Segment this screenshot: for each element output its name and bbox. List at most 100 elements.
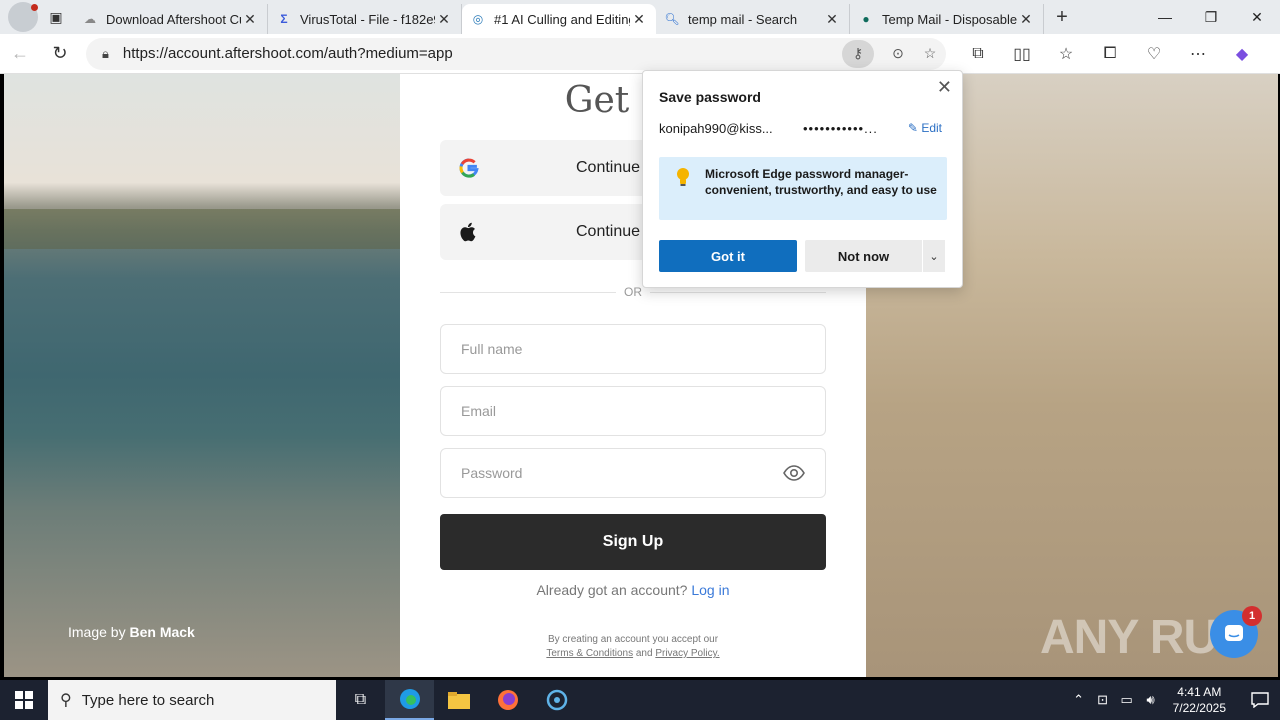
task-view-icon[interactable]: ⧉	[336, 680, 385, 720]
info-text: Microsoft Edge password manager- conveni…	[705, 167, 937, 197]
tab-virustotal[interactable]: Σ VirusTotal - File - f182e96 ✕	[268, 4, 462, 34]
got-it-button[interactable]: Got it	[659, 240, 797, 272]
background-shoreline	[4, 209, 404, 249]
browser-essentials-icon[interactable]: ♡	[1132, 44, 1176, 64]
credit-name[interactable]: Ben Mack	[129, 624, 194, 640]
copilot-icon[interactable]: ◆	[1220, 44, 1264, 64]
refresh-icon[interactable]: ↻	[40, 38, 80, 70]
tab-temp-mail[interactable]: ● Temp Mail - Disposable Temp ✕	[850, 4, 1044, 34]
extensions-icon[interactable]: ⧉	[956, 44, 1000, 64]
aftershoot-taskbar-icon[interactable]	[532, 680, 581, 720]
taskbar-search-placeholder: Type here to search	[81, 691, 215, 709]
password-field[interactable]: Password	[440, 448, 826, 498]
email-field[interactable]: Email	[440, 386, 826, 436]
tab-temp-mail-search[interactable]: 🔍︎ temp mail - Search ✕	[656, 4, 850, 34]
edit-label: Edit	[921, 121, 942, 135]
clock[interactable]: 4:41 AM 7/22/2025	[1173, 684, 1226, 716]
chevron-down-icon[interactable]: ⌄	[923, 240, 945, 272]
notification-icon[interactable]	[1240, 692, 1280, 708]
url-text: https://account.aftershoot.com/auth?medi…	[122, 45, 453, 62]
close-window-icon[interactable]: ✕	[1234, 0, 1280, 34]
tempmail-icon: ●	[862, 12, 870, 26]
password-manager-info: Microsoft Edge password manager- conveni…	[659, 157, 947, 220]
not-now-button[interactable]: Not now	[805, 240, 922, 272]
firefox-icon[interactable]	[483, 680, 532, 720]
tab-aftershoot[interactable]: ◎ #1 AI Culling and Editing ✕	[462, 4, 656, 34]
lock-icon[interactable]: 🔒︎	[102, 46, 109, 62]
not-now-label: Not now	[837, 248, 890, 264]
minimize-icon[interactable]: —	[1142, 0, 1188, 34]
tab-download-aftershoot[interactable]: ☁ Download Aftershoot Culling ✕	[74, 4, 268, 34]
close-tab-icon[interactable]: ✕	[630, 11, 648, 28]
chat-icon	[1225, 625, 1243, 641]
credit-prefix: Image by	[68, 624, 126, 640]
terms-line: By creating an account you accept our	[547, 634, 719, 645]
read-aloud-icon[interactable]: ⊙	[882, 40, 914, 68]
back-icon[interactable]: ←	[0, 38, 40, 70]
search-icon: ⚲	[60, 692, 72, 709]
page-icon: ☁	[84, 12, 96, 26]
favorites-icon[interactable]: ☆	[1044, 44, 1088, 64]
wifi-icon[interactable]: ▭	[1115, 692, 1139, 708]
privacy-link[interactable]: Privacy Policy.	[655, 648, 719, 659]
volume-icon[interactable]: 🔊︎	[1139, 692, 1163, 708]
login-prompt: Already got an account? Log in	[400, 582, 866, 598]
close-tab-icon[interactable]: ✕	[241, 11, 259, 28]
login-link[interactable]: Log in	[691, 582, 729, 598]
signup-label: Sign Up	[602, 533, 664, 550]
network-status-icon[interactable]: ⊡	[1091, 692, 1115, 708]
show-password-icon[interactable]	[783, 463, 805, 483]
email-placeholder: Email	[461, 403, 497, 419]
close-tab-icon[interactable]: ✕	[1017, 11, 1035, 28]
address-bar-row: ← ↻ 🔒︎ https://account.aftershoot.com/au…	[0, 34, 1280, 74]
terms-link[interactable]: Terms & Conditions	[546, 648, 633, 659]
key-icon[interactable]: ⚷	[842, 39, 874, 68]
saved-username: konipah990@kiss...	[659, 121, 773, 136]
clock-time: 4:41 AM	[1177, 685, 1222, 699]
profile-avatar[interactable]	[8, 2, 38, 32]
aftershoot-icon: ◎	[472, 12, 484, 26]
address-bar[interactable]: 🔒︎ https://account.aftershoot.com/auth?m…	[86, 37, 946, 70]
edge-taskbar-icon[interactable]	[385, 680, 434, 720]
pencil-icon: ✎	[907, 121, 918, 135]
google-icon	[458, 157, 480, 179]
restore-icon[interactable]: ❐	[1188, 0, 1234, 34]
edit-button[interactable]: ✎ Edit	[908, 121, 942, 135]
new-tab-button[interactable]: +	[1044, 6, 1080, 29]
taskbar-search[interactable]: ⚲ Type here to search	[48, 680, 336, 720]
fullname-placeholder: Full name	[461, 341, 523, 357]
collections-icon[interactable]: ⧠	[1088, 44, 1132, 64]
already-text: Already got an account?	[536, 582, 688, 598]
file-explorer-icon[interactable]	[434, 680, 483, 720]
tab-title: Temp Mail - Disposable Temp	[882, 11, 1017, 27]
fullname-field[interactable]: Full name	[440, 324, 826, 374]
chevron-up-icon[interactable]: ⌃	[1067, 692, 1091, 708]
popup-title: Save password	[659, 89, 761, 105]
image-credit: Image by Ben Mack	[68, 624, 195, 640]
chat-button[interactable]: 1	[1210, 606, 1262, 658]
close-tab-icon[interactable]: ✕	[823, 11, 841, 28]
tab-title: temp mail - Search	[688, 11, 798, 27]
tab-title: Download Aftershoot Culling	[106, 11, 241, 27]
save-password-popup: Save password ✕ konipah990@kiss... •••••…	[642, 70, 963, 288]
lightbulb-icon	[675, 167, 691, 187]
tab-title: VirusTotal - File - f182e96	[300, 11, 435, 27]
windows-start-icon[interactable]	[0, 680, 48, 720]
signup-button[interactable]: Sign Up	[440, 514, 826, 570]
favorite-star-icon[interactable]: ☆	[914, 40, 946, 68]
tab-title: #1 AI Culling and Editing	[494, 11, 630, 27]
apple-icon	[458, 221, 480, 243]
tab-actions-icon[interactable]: ▣	[38, 3, 74, 31]
clock-date: 7/22/2025	[1172, 701, 1226, 715]
search-icon: 🔍︎	[664, 12, 680, 26]
close-tab-icon[interactable]: ✕	[435, 11, 453, 28]
page-viewport: Image by Ben Mack Get Sta Continue w Con…	[4, 74, 1278, 677]
got-it-label: Got it	[711, 248, 745, 264]
taskbar: ⚲ Type here to search ⧉ ⌃ ⊡ ▭ 🔊︎ 4:41 AM…	[0, 680, 1280, 720]
tab-bar: ▣ ☁ Download Aftershoot Culling ✕ Σ Viru…	[0, 0, 1280, 34]
split-screen-icon[interactable]: ▯▯	[1000, 44, 1044, 64]
close-popup-icon[interactable]: ✕	[937, 77, 952, 98]
apple-signin-label: Continue	[576, 223, 641, 240]
more-menu-icon[interactable]: ⋯	[1176, 44, 1220, 64]
and-text: and	[635, 648, 653, 659]
